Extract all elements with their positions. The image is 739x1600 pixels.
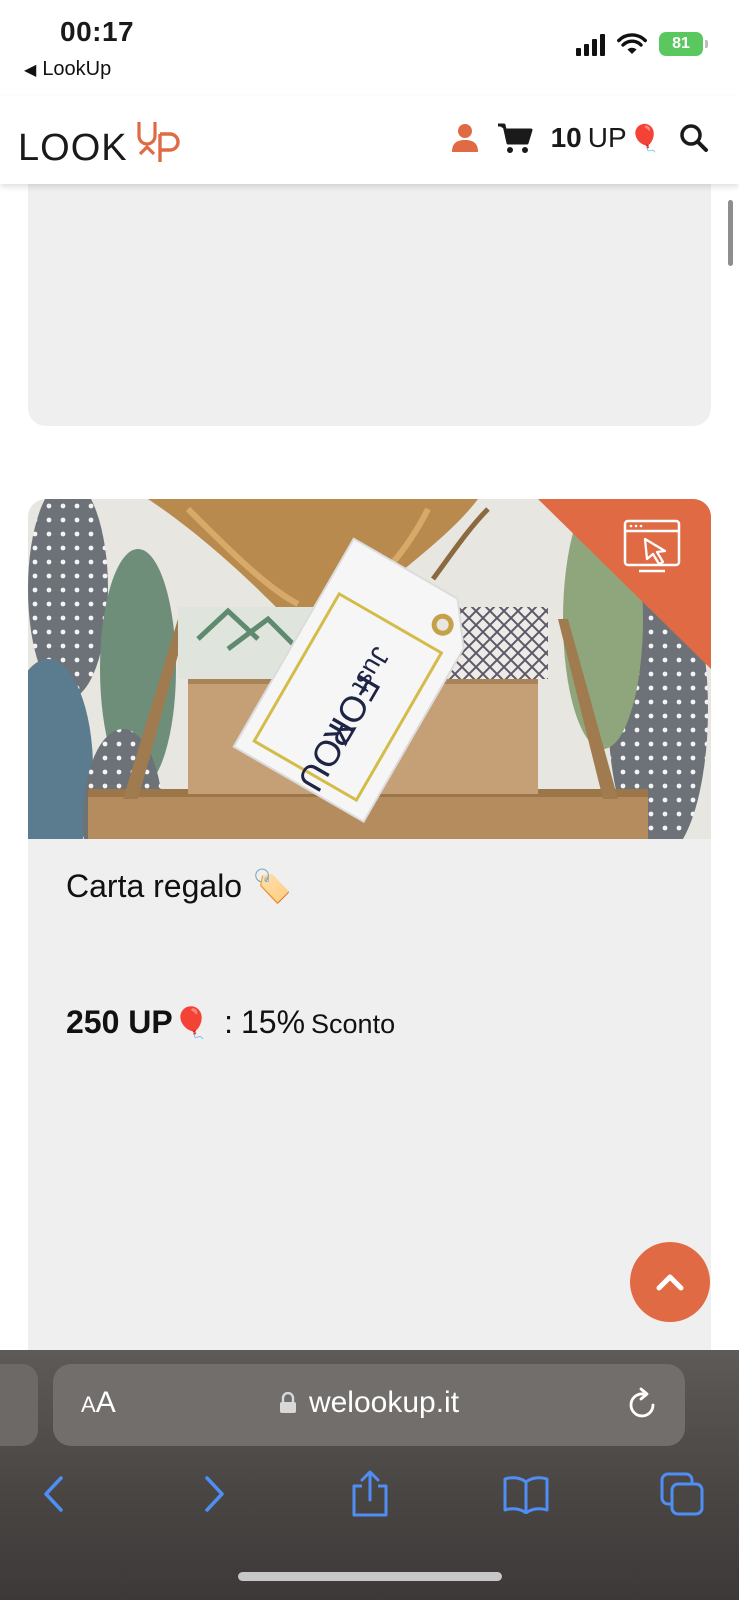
back-button[interactable] — [30, 1470, 78, 1518]
card-title[interactable]: Carta regalo 🏷️ — [66, 867, 292, 905]
cart-icon[interactable] — [497, 122, 533, 154]
address-bar[interactable]: AA welookup.it — [53, 1364, 685, 1446]
forward-icon — [205, 1476, 224, 1512]
browser-toolbar — [0, 1460, 739, 1536]
tabs-button[interactable] — [658, 1470, 706, 1518]
online-offer-icon — [623, 519, 681, 573]
forward-button[interactable] — [190, 1470, 238, 1518]
wifi-icon — [617, 33, 647, 54]
home-indicator[interactable] — [238, 1572, 502, 1581]
points-unit: UP — [587, 122, 627, 153]
user-icon[interactable] — [451, 123, 479, 153]
lock-icon — [279, 1392, 296, 1413]
cellular-signal-icon — [576, 32, 605, 56]
svg-text:LOOK: LOOK — [18, 127, 128, 169]
back-triangle-icon: ◀ — [24, 61, 37, 79]
discount-percent: 15% — [240, 1004, 306, 1040]
screen: 00:17 ◀ LookUp 81 LOOK 10 UP 🎈 Just FOR … — [0, 0, 739, 1600]
lookup-logo[interactable]: LOOK — [18, 110, 198, 170]
search-icon[interactable] — [679, 123, 709, 153]
chevron-up-icon — [656, 1274, 684, 1291]
battery-icon: 81 — [659, 32, 708, 56]
reload-icon[interactable] — [627, 1386, 659, 1420]
status-icons: 81 — [576, 32, 708, 56]
site-header: LOOK 10 UP 🎈 — [0, 96, 739, 184]
url-text: welookup.it — [308, 1386, 460, 1419]
scroll-to-top-button[interactable] — [630, 1242, 710, 1322]
price-balloon-icon: 🎈 — [172, 1007, 211, 1040]
url-display[interactable]: welookup.it — [53, 1386, 685, 1420]
battery-level: 81 — [672, 35, 690, 52]
share-button[interactable] — [346, 1470, 394, 1518]
points-balance[interactable]: 10 UP 🎈 — [551, 122, 661, 154]
lookup-logo-mark: LOOK — [18, 122, 180, 169]
previous-tab-peek[interactable] — [0, 1364, 38, 1446]
discount-label: Sconto — [311, 1009, 396, 1039]
back-to-app-link[interactable]: ◀ LookUp — [24, 58, 111, 81]
status-time: 00:17 — [60, 16, 135, 47]
price-amount: 250 UP — [66, 1004, 173, 1040]
gift-box-illustration: Just FOR YOU — [28, 499, 711, 839]
status-bar: 00:17 ◀ LookUp 81 — [0, 0, 739, 96]
card-title-text: Carta regalo — [66, 867, 243, 904]
previous-card[interactable] — [28, 184, 711, 426]
bookmarks-button[interactable] — [502, 1470, 550, 1518]
share-icon — [352, 1470, 388, 1517]
browser-bottom-bar: AA welookup.it — [0, 1350, 739, 1600]
price-separator: : — [224, 1004, 233, 1040]
back-icon — [44, 1476, 63, 1512]
header-actions: 10 UP 🎈 — [451, 116, 709, 160]
tabs-icon — [660, 1472, 704, 1516]
reward-card[interactable]: Just FOR YOU Carta regalo 🏷️ 250 UP 🎈: … — [28, 499, 711, 1350]
card-price: 250 UP 🎈 : 15% Sconto — [66, 1004, 395, 1041]
points-value: 10 — [550, 122, 582, 153]
scrollbar[interactable] — [728, 200, 733, 266]
gift-card-image[interactable]: Just FOR YOU — [28, 499, 711, 839]
page-content: Just FOR YOU Carta regalo 🏷️ 250 UP 🎈: … — [0, 184, 739, 1350]
label-tag-icon: 🏷️ — [252, 868, 292, 904]
balloon-icon: 🎈 — [628, 122, 661, 153]
bookmarks-icon — [503, 1476, 549, 1514]
back-app-label: LookUp — [42, 58, 112, 80]
